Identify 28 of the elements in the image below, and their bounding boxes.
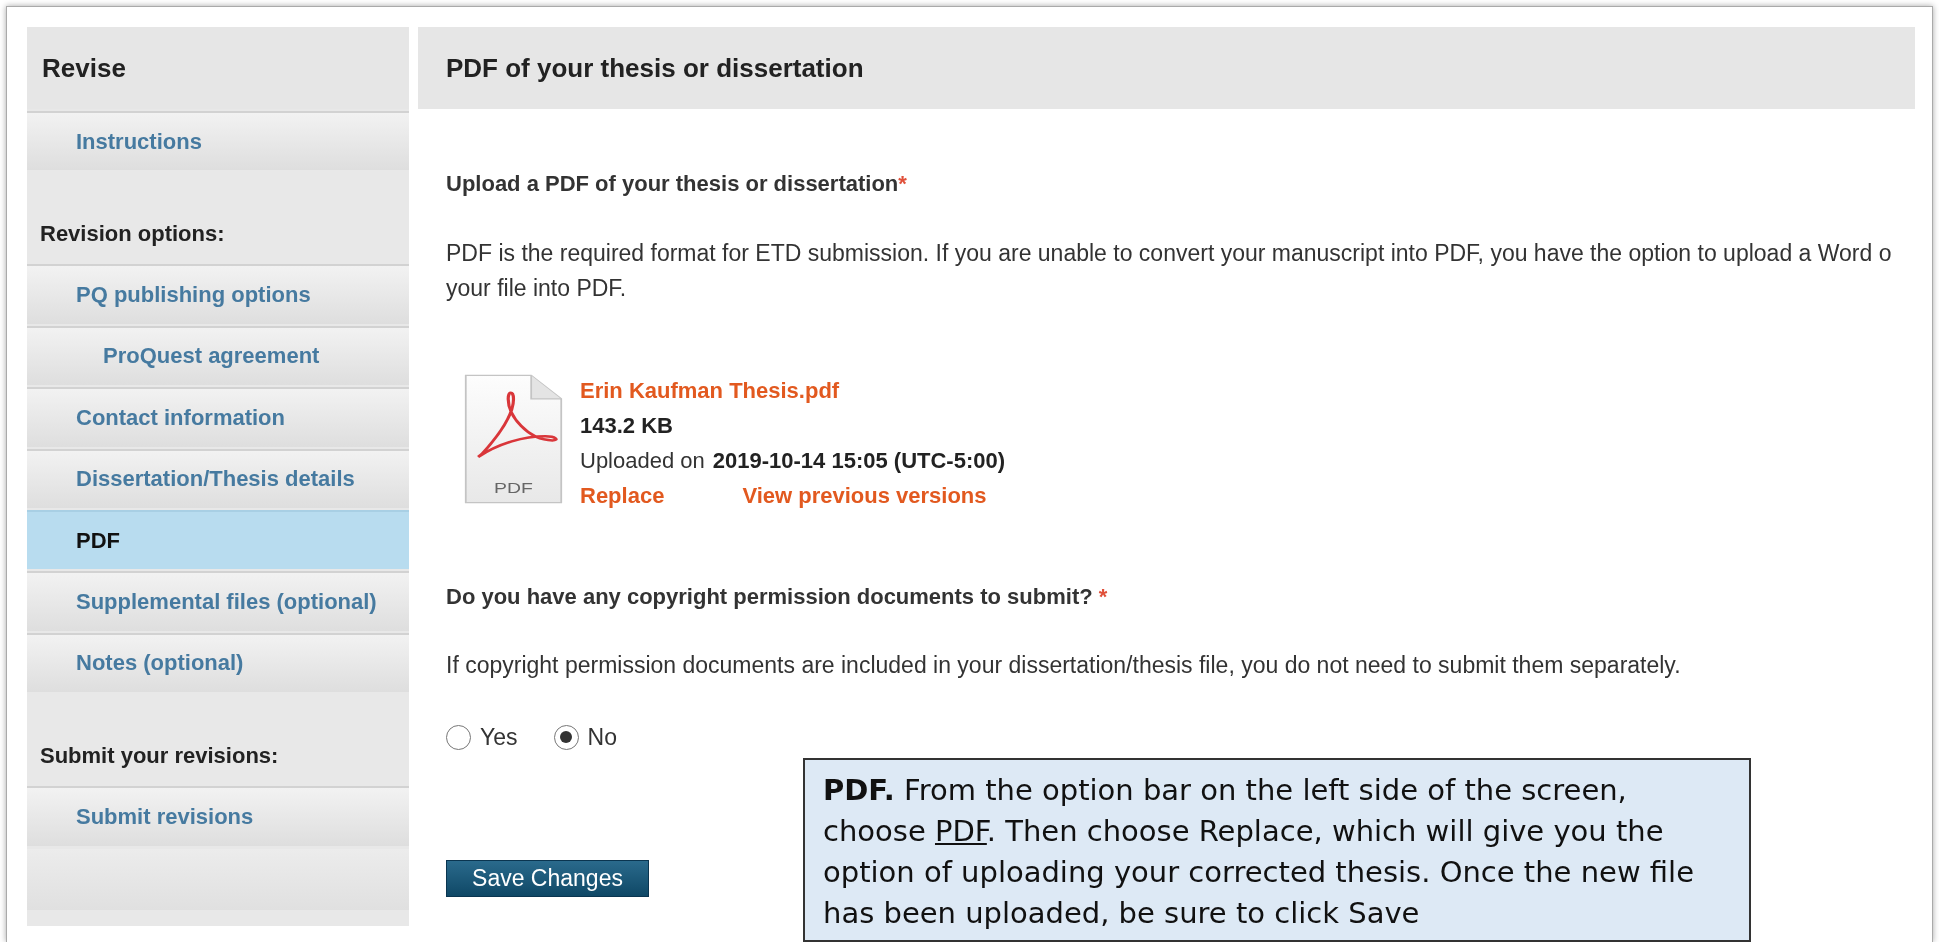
sidebar-heading: Revision options: [39, 220, 226, 249]
sidebar-item[interactable]: Instructions [27, 111, 409, 171]
upload-date: 2019-10-14 15:05 (UTC-5:00) [712, 447, 1006, 475]
help-callout: PDF. From the option bar on the left side of the screen, choose PDF. Then choose Replace, which will give you the option of uploading your corrected thesis. Once the new file has been uploaded, be sure to click Save [803, 758, 1751, 942]
file-name-link[interactable]: Erin Kaufman Thesis.pdf [580, 373, 840, 408]
help-text: If copyright permission documents are included in your dissertation/thesis file, you do not need to submit them separately. [446, 651, 1681, 679]
radio-option[interactable]: No [553, 723, 617, 751]
sidebar-item[interactable]: Supplemental files (optional) [27, 571, 409, 631]
upload-label: Upload a PDF of your thesis or dissertation* [446, 170, 907, 198]
file-action-link[interactable]: Replace [580, 478, 665, 513]
sidebar-item[interactable]: Notes (optional) [27, 632, 409, 693]
sidebar-heading: Submit your revisions: [39, 742, 280, 771]
pdf-file-icon: PDF [464, 374, 563, 504]
description-text: your file into PDF. [446, 274, 627, 303]
uploaded-label: Uploaded on [580, 447, 705, 475]
sidebar-item[interactable]: ProQuest agreement [27, 325, 409, 386]
sidebar-item[interactable]: PDF [27, 509, 409, 570]
sidebar-item[interactable]: Submit revisions [27, 786, 409, 846]
file-action-link[interactable]: View previous versions [742, 478, 987, 513]
page-title: PDF of your thesis or dissertation [418, 27, 1915, 109]
save-changes-button[interactable]: Save Changes [446, 860, 649, 897]
sidebar-item[interactable]: Contact information [27, 387, 409, 447]
sidebar-item[interactable]: PQ publishing options [27, 264, 409, 324]
question-label: Do you have any copyright permission documents to submit? * [446, 583, 1108, 611]
description-text: PDF is the required format for ETD submission. If you are unable to convert your manuscript into PDF, you have the option to upload a Word o [446, 239, 1892, 268]
sidebar-item[interactable]: Dissertation/Thesis details [27, 448, 409, 508]
file-size: 143.2 KB [580, 412, 673, 440]
radio-option[interactable]: Yes [446, 723, 518, 751]
